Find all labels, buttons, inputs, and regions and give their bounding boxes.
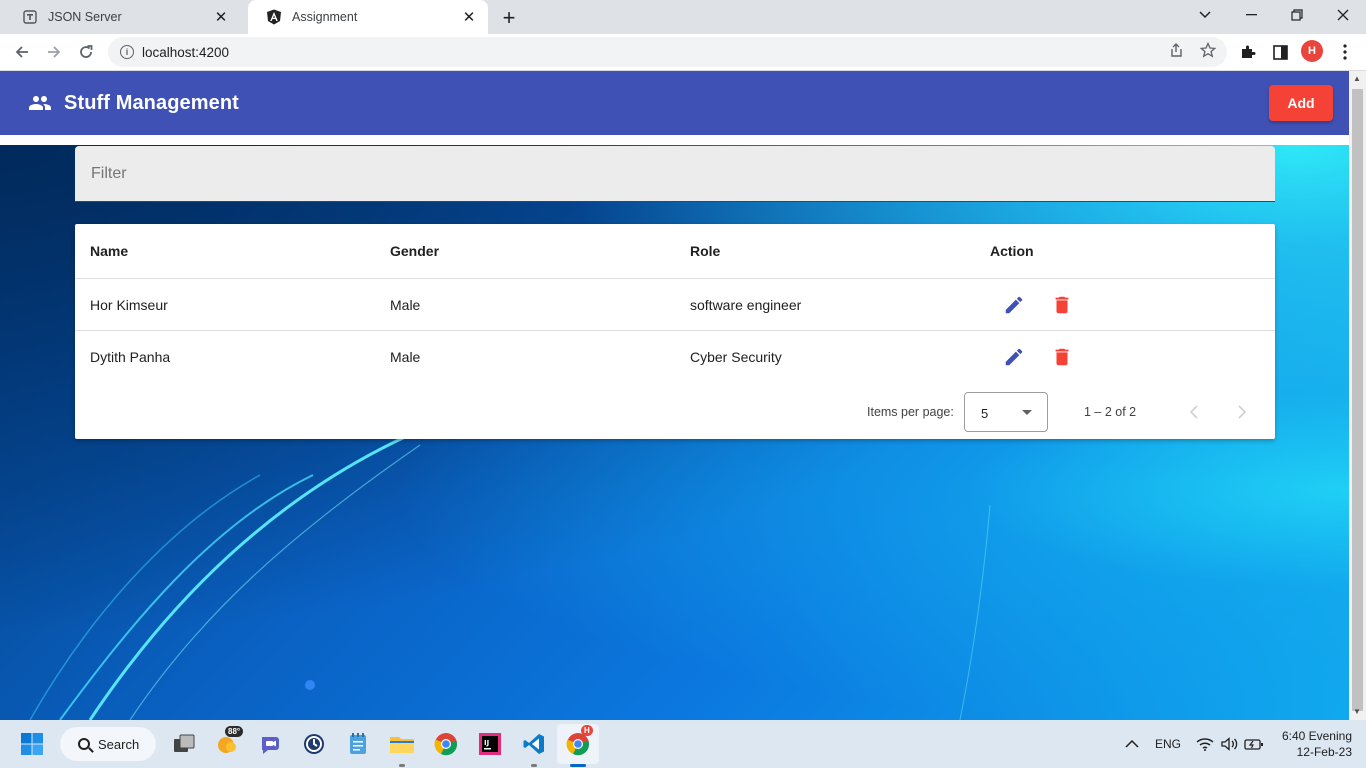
language-indicator[interactable]: ENG	[1155, 720, 1181, 768]
side-panel-icon[interactable]	[1269, 41, 1291, 63]
site-info-icon[interactable]: i	[120, 45, 134, 59]
chrome-active-icon[interactable]: H	[562, 725, 594, 760]
angular-favicon-icon	[266, 9, 282, 25]
cell-role: Cyber Security	[690, 349, 782, 365]
table-row: Hor Kimseur Male software engineer	[75, 279, 1275, 331]
paginator: Items per page: 5 1 – 2 of 2	[75, 383, 1275, 439]
search-icon	[78, 738, 90, 750]
profile-avatar[interactable]: H	[1301, 40, 1323, 62]
wifi-icon[interactable]	[1196, 720, 1214, 768]
taskbar-search-button[interactable]: Search	[60, 727, 156, 761]
show-hidden-icons-chevron-icon[interactable]	[1125, 720, 1139, 768]
file-explorer-icon[interactable]	[386, 728, 418, 760]
share-icon[interactable]	[1167, 41, 1185, 59]
tab-title: Assignment	[292, 10, 358, 24]
cell-name: Hor Kimseur	[90, 296, 168, 313]
close-window-button[interactable]	[1320, 0, 1366, 30]
app-title: Stuff Management	[64, 91, 239, 114]
table-header-row: Name Gender Role Action	[75, 224, 1275, 279]
tab-search-chevron-icon[interactable]	[1182, 0, 1228, 30]
running-indicator	[531, 764, 537, 767]
delete-trash-icon[interactable]	[1050, 293, 1074, 317]
new-tab-button[interactable]: +	[496, 5, 522, 31]
filter-input[interactable]	[91, 164, 1275, 183]
add-button[interactable]: Add	[1269, 85, 1333, 121]
extensions-puzzle-icon[interactable]	[1237, 41, 1259, 63]
clock-app-icon[interactable]	[298, 728, 330, 760]
close-tab-icon[interactable]: ✕	[212, 8, 230, 26]
windows-taskbar: Search 88° IJ H ENG 6:40 Evening 12-Feb-…	[0, 720, 1366, 768]
json-server-favicon-icon	[22, 9, 38, 25]
search-label: Search	[98, 736, 140, 752]
staff-table-card: Name Gender Role Action Hor Kimseur Male…	[75, 224, 1275, 439]
battery-icon[interactable]	[1244, 720, 1264, 768]
browser-toolbar: i localhost:4200 H	[0, 34, 1366, 71]
column-header-role[interactable]: Role	[690, 224, 720, 278]
reload-icon[interactable]	[72, 38, 100, 66]
more-menu-icon[interactable]	[1334, 41, 1356, 63]
bookmark-star-icon[interactable]	[1199, 41, 1217, 59]
clock-date: 12-Feb-23	[1296, 745, 1352, 759]
cell-role: software engineer	[690, 296, 802, 313]
previous-page-chevron-icon[interactable]	[1182, 400, 1206, 424]
chrome-icon[interactable]	[430, 728, 462, 760]
delete-trash-icon[interactable]	[1050, 345, 1074, 369]
weather-temperature: 88°	[225, 726, 244, 737]
cell-name: Dytith Panha	[90, 349, 171, 365]
page-range-label: 1 – 2 of 2	[1084, 405, 1137, 419]
chrome-profile-badge: H	[581, 725, 593, 736]
back-arrow-icon[interactable]	[8, 38, 36, 66]
scroll-up-arrow-icon[interactable]: ▲	[1353, 74, 1361, 83]
browser-tab-strip: JSON Server ✕ Assignment ✕ +	[0, 0, 1366, 34]
scroll-down-arrow-icon[interactable]: ▼	[1353, 707, 1361, 716]
items-per-page-label: Items per page:	[867, 405, 954, 419]
address-bar[interactable]: i localhost:4200	[108, 37, 1227, 67]
system-clock[interactable]: 6:40 Evening 12-Feb-23	[1272, 728, 1352, 760]
page-size-value: 5	[981, 406, 989, 421]
tab-assignment[interactable]: Assignment ✕	[248, 0, 488, 34]
volume-icon[interactable]	[1220, 720, 1238, 768]
windows-start-icon[interactable]	[16, 728, 48, 760]
forward-arrow-icon[interactable]	[40, 38, 68, 66]
edit-pencil-icon[interactable]	[1002, 345, 1026, 369]
dropdown-caret-icon	[1022, 410, 1032, 415]
clock-time: 6:40 Evening	[1281, 729, 1352, 743]
page-scrollbar[interactable]: ▲ ▼	[1349, 71, 1366, 720]
close-tab-icon[interactable]: ✕	[460, 8, 478, 26]
notepad-icon[interactable]	[342, 728, 374, 760]
scrollbar-thumb[interactable]	[1352, 89, 1363, 711]
app-toolbar: Stuff Management Add	[0, 71, 1349, 135]
tab-title: JSON Server	[48, 10, 122, 24]
filter-field[interactable]	[75, 146, 1275, 202]
people-icon	[29, 96, 51, 110]
active-running-indicator	[570, 764, 586, 767]
restore-button[interactable]	[1274, 0, 1320, 30]
svg-text:IJ: IJ	[484, 739, 489, 747]
vscode-icon[interactable]	[518, 728, 550, 760]
page-size-select[interactable]: 5	[964, 392, 1048, 432]
column-header-name[interactable]: Name	[90, 224, 128, 278]
weather-widget-icon[interactable]: 88°	[212, 726, 244, 760]
edit-pencil-icon[interactable]	[1002, 293, 1026, 317]
column-header-gender[interactable]: Gender	[390, 224, 439, 278]
cell-gender: Male	[390, 296, 421, 313]
running-indicator	[399, 764, 405, 767]
column-header-action: Action	[990, 243, 1034, 259]
tab-json-server[interactable]: JSON Server ✕	[4, 0, 240, 34]
next-page-chevron-icon[interactable]	[1230, 400, 1254, 424]
meet-chat-icon[interactable]	[255, 728, 287, 760]
intellij-idea-icon[interactable]: IJ	[474, 728, 506, 760]
table-row: Dytith Panha Male Cyber Security	[75, 331, 1275, 383]
cell-gender: Male	[390, 349, 421, 365]
url-text: localhost:4200	[142, 44, 230, 60]
page-viewport: Stuff Management Add Name Gender Role Ac…	[0, 71, 1349, 720]
task-view-icon[interactable]	[168, 728, 200, 760]
minimize-button[interactable]	[1228, 0, 1274, 30]
